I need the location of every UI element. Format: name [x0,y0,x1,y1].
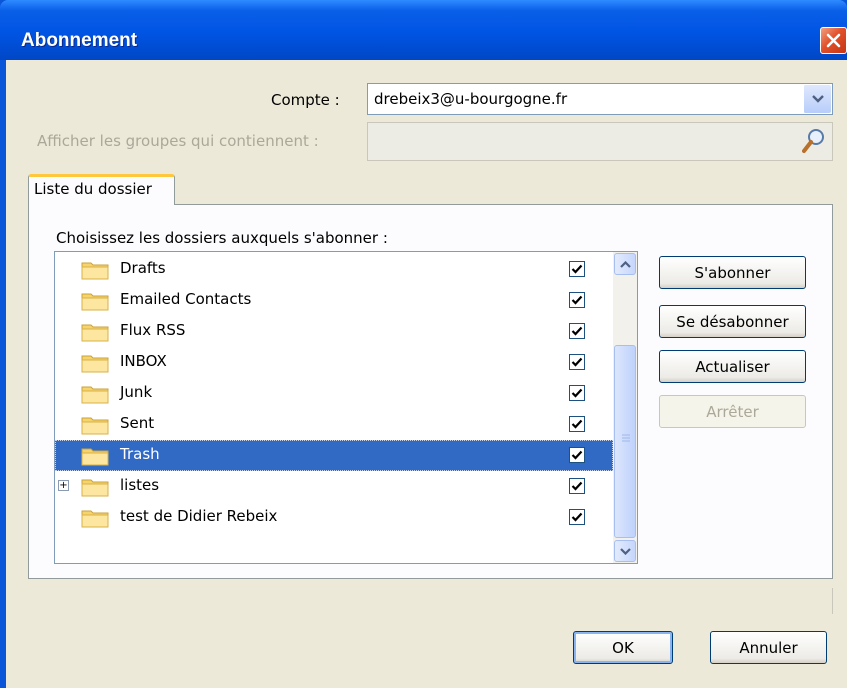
stop-button: Arrêter [659,395,806,428]
filter-label: Afficher les groupes qui contiennent : [37,132,319,150]
checkmark-icon [571,294,583,306]
folder-name: Sent [120,414,155,432]
subscribe-checkbox[interactable] [569,385,585,401]
vertical-scrollbar[interactable] [613,252,637,563]
unsubscribe-label: Se désabonner [676,312,789,331]
checkmark-icon [571,480,583,492]
folder-name: INBOX [120,352,167,370]
account-value: drebeix3@u-bourgogne.fr [374,90,568,108]
title-bar[interactable]: Abonnement [0,0,847,60]
folder-row[interactable]: Emailed Contacts [55,285,613,316]
tab-folder-list-label: Liste du dossier [34,180,152,198]
checkmark-icon [571,418,583,430]
subscribe-button[interactable]: S'abonner [659,256,806,289]
ok-button[interactable]: OK [573,631,673,664]
subscribe-checkbox[interactable] [569,261,585,277]
filter-search-field[interactable] [367,122,833,161]
close-icon [826,33,841,48]
scroll-down-button[interactable] [614,540,636,562]
subscribe-checkbox[interactable] [569,509,585,525]
magnifier-icon[interactable] [802,128,826,154]
stop-label: Arrêter [706,402,759,421]
window-title: Abonnement [21,30,138,51]
subscribe-checkbox[interactable] [569,354,585,370]
folder-row[interactable]: Flux RSS [55,316,613,347]
folder-name: test de Didier Rebeix [120,507,278,525]
account-select[interactable]: drebeix3@u-bourgogne.fr [367,83,833,115]
folder-name: Emailed Contacts [120,290,252,308]
cancel-label: Annuler [739,638,798,657]
checkmark-icon [571,356,583,368]
folder-icon [81,507,109,528]
folder-icon [81,414,109,435]
account-dropdown-button[interactable] [803,85,831,113]
subscribe-checkbox[interactable] [569,447,585,463]
checkmark-icon [571,387,583,399]
scroll-thumb[interactable] [614,345,636,538]
refresh-label: Actualiser [695,357,770,376]
subscribe-label: S'abonner [694,263,771,282]
folder-row[interactable]: Drafts [55,254,613,285]
folder-name: listes [120,476,160,494]
chevron-up-icon [619,260,631,268]
subscribe-checkbox[interactable] [569,478,585,494]
subscribe-checkbox[interactable] [569,416,585,432]
folder-name: Flux RSS [120,321,186,339]
subscribe-checkbox[interactable] [569,323,585,339]
folder-row[interactable]: Sent [55,409,613,440]
refresh-button[interactable]: Actualiser [659,350,806,383]
checkmark-icon [571,449,583,461]
folders-heading: Choisissez les dossiers auxquels s'abonn… [56,229,388,247]
folder-icon [81,290,109,311]
account-label: Compte : [271,91,340,109]
folder-row[interactable]: Trash [55,440,613,471]
close-button[interactable] [820,27,847,54]
separator [832,588,835,614]
folder-icon [81,259,109,280]
folder-icon [81,321,109,342]
chevron-down-icon [811,95,824,103]
cancel-button[interactable]: Annuler [710,631,827,664]
folder-list[interactable]: Drafts Emailed Contacts Flux RSS INBOX Junk S… [54,251,638,564]
folder-icon [81,476,109,497]
checkmark-icon [571,325,583,337]
folder-row[interactable]: + listes [55,471,613,502]
checkmark-icon [571,511,583,523]
folder-name: Drafts [120,259,166,277]
folder-row[interactable]: test de Didier Rebeix [55,502,613,533]
folder-icon [81,445,109,466]
subscribe-checkbox[interactable] [569,292,585,308]
folder-row[interactable]: Junk [55,378,613,409]
checkmark-icon [571,263,583,275]
tab-folder-list[interactable]: Liste du dossier [28,174,175,205]
scroll-up-button[interactable] [614,253,636,275]
expand-icon[interactable]: + [58,480,69,491]
grip-icon [622,434,630,442]
folder-icon [81,383,109,404]
folder-name: Junk [120,383,153,401]
folder-name: Trash [120,445,160,463]
folder-icon [81,352,109,373]
folder-row[interactable]: INBOX [55,347,613,378]
unsubscribe-button[interactable]: Se désabonner [659,305,806,338]
ok-label: OK [612,638,634,657]
chevron-down-icon [619,547,631,555]
